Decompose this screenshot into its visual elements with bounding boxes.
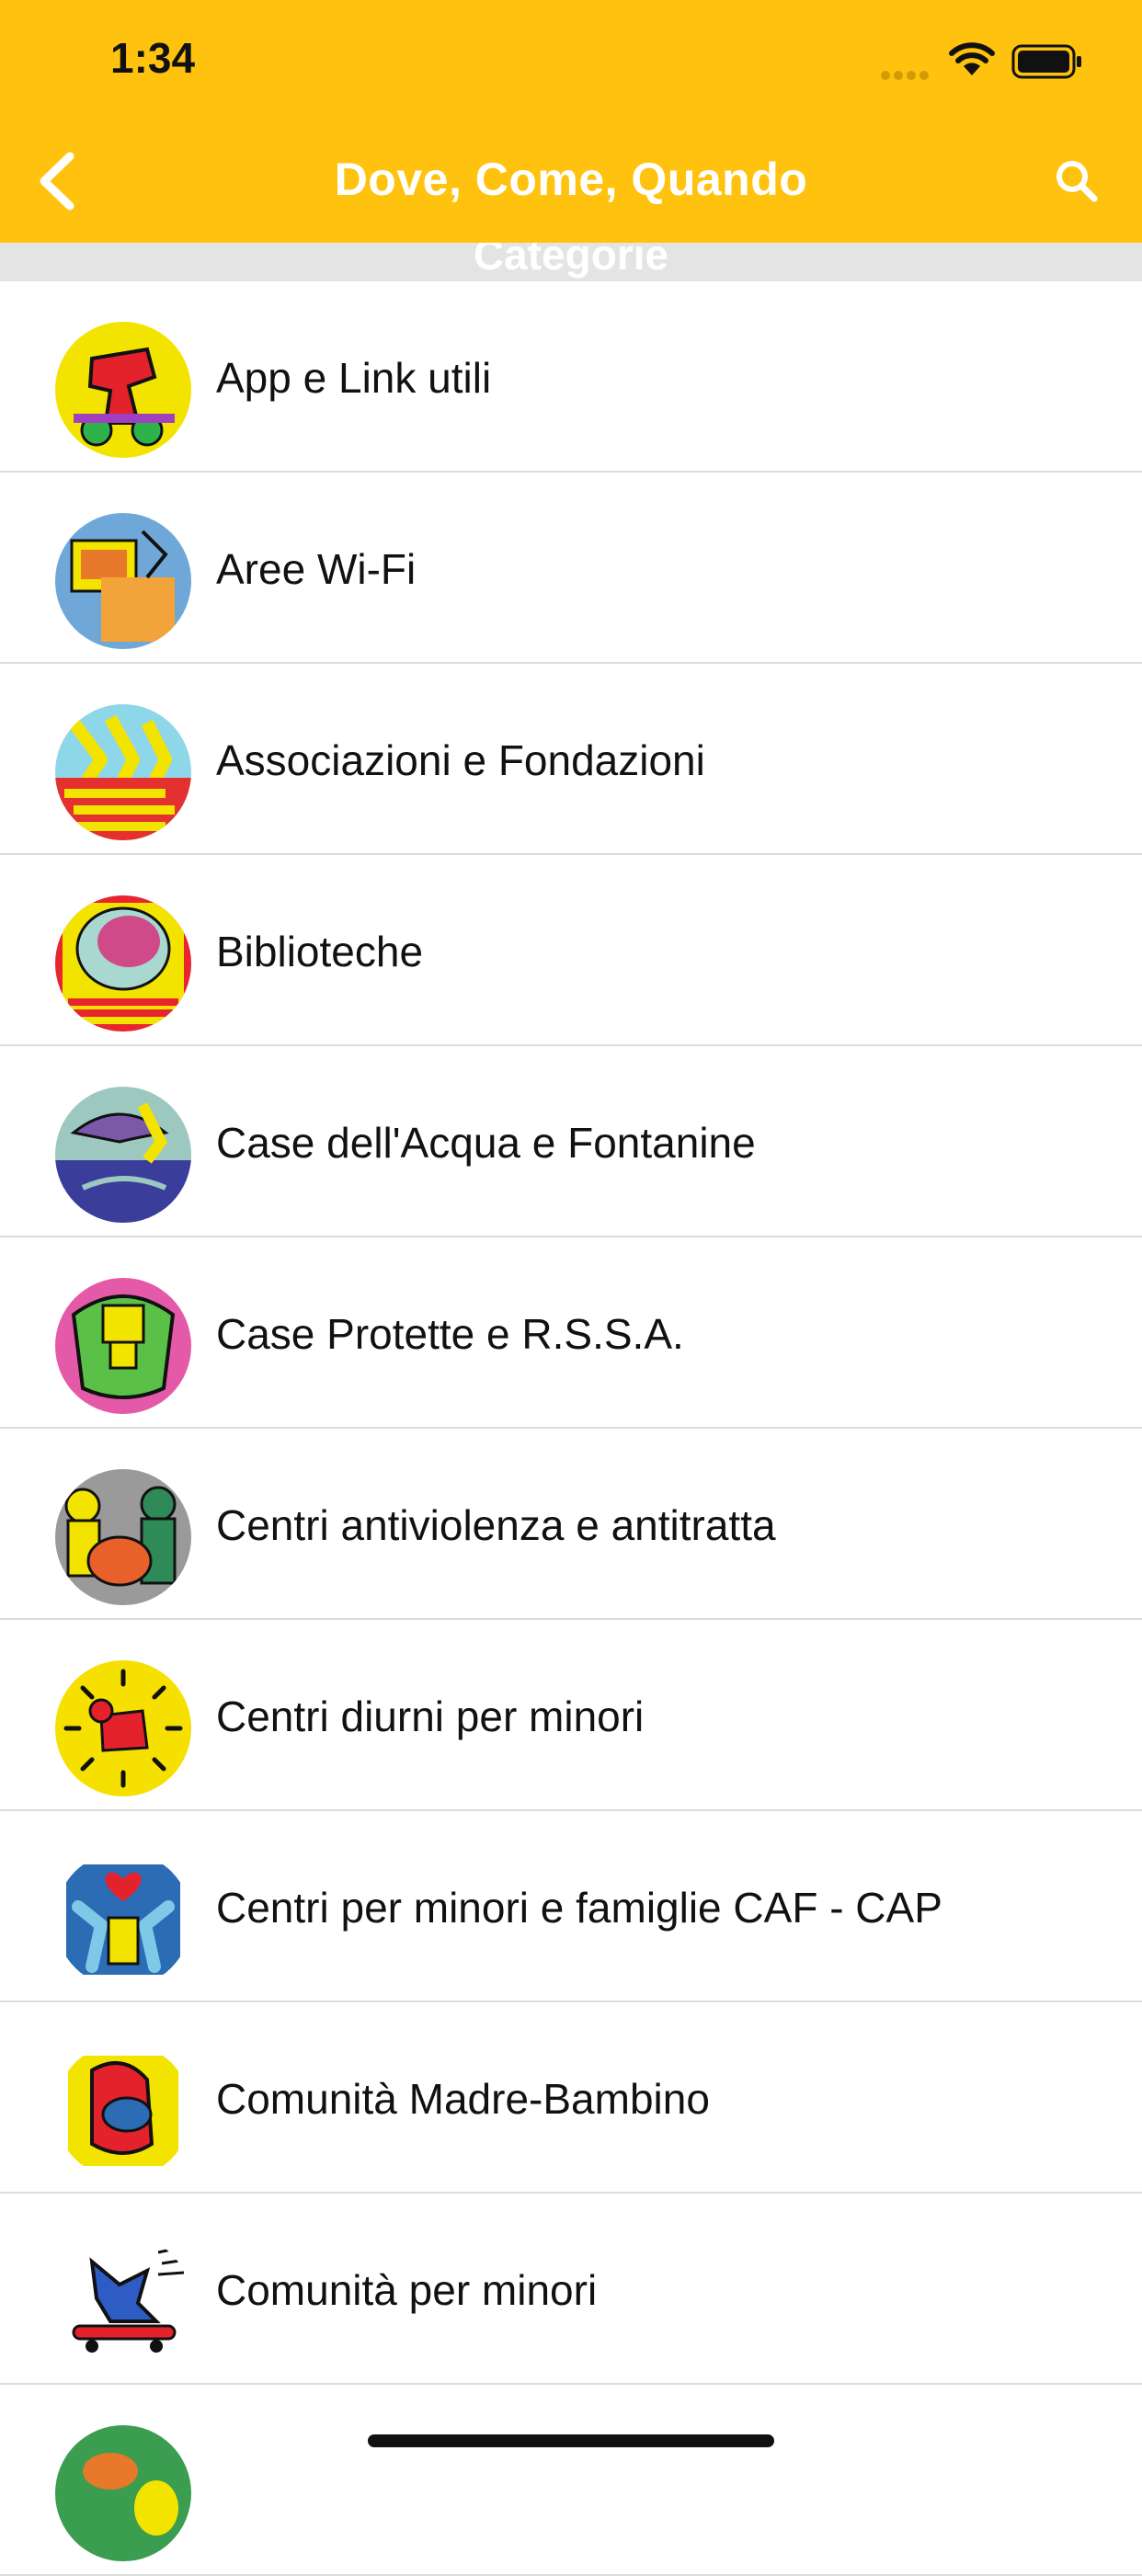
navigation-bar: Dove, Come, Quando: [0, 121, 1142, 243]
list-item-label: Centri antiviolenza e antitratta: [216, 1501, 776, 1549]
cellular-signal-icon: [881, 68, 936, 80]
list-item-label: Comunità Madre-Bambino: [216, 2075, 710, 2123]
list-item[interactable]: Comunità Madre-Bambino: [0, 2002, 1142, 2194]
list-item-label: Associazioni e Fondazioni: [216, 736, 705, 784]
list-item-label: App e Link utili: [216, 354, 492, 402]
brain-head-icon: [55, 895, 191, 1032]
list-item[interactable]: Biblioteche: [0, 855, 1142, 1046]
section-header: Categorie: [0, 243, 1142, 281]
three-figures-icon: [55, 1469, 191, 1605]
section-header-label: Categorie: [473, 243, 669, 279]
list-item-label: Biblioteche: [216, 928, 424, 975]
globe-icon: [55, 2425, 191, 2561]
list-item[interactable]: Comunità per minori: [0, 2194, 1142, 2385]
dog-dj-icon: [55, 322, 191, 458]
battery-icon: [1011, 44, 1081, 79]
home-indicator[interactable]: [368, 2434, 774, 2447]
list-item[interactable]: Aree Wi-Fi: [0, 473, 1142, 664]
list-item-label: Centri diurni per minori: [216, 1693, 645, 1740]
list-item[interactable]: Case Protette e R.S.S.A.: [0, 1237, 1142, 1429]
status-time: 1:34: [110, 34, 196, 82]
list-item[interactable]: Centri per minori e famiglie CAF - CAP: [0, 1811, 1142, 2002]
category-list: App e Link utili Aree Wi-Fi Associazioni…: [0, 281, 1142, 2576]
list-item[interactable]: [0, 2385, 1142, 2576]
page-title: Dove, Come, Quando: [334, 154, 808, 205]
hugging-figures-icon: [55, 1278, 191, 1414]
search-icon[interactable]: [1050, 154, 1105, 210]
list-item-label: Comunità per minori: [216, 2266, 598, 2314]
list-item[interactable]: Case dell'Acqua e Fontanine: [0, 1046, 1142, 1237]
list-item-label: Case Protette e R.S.S.A.: [216, 1310, 684, 1358]
list-item[interactable]: Centri diurni per minori: [0, 1620, 1142, 1811]
computer-icon: [55, 513, 191, 649]
wifi-icon: [949, 42, 995, 75]
list-item-label: Aree Wi-Fi: [216, 545, 417, 593]
peace-march-icon: [55, 704, 191, 840]
mother-child-icon: [55, 2043, 191, 2179]
list-item-label: Case dell'Acqua e Fontanine: [216, 1119, 756, 1167]
list-item[interactable]: Associazioni e Fondazioni: [0, 664, 1142, 855]
status-bar: 1:34: [0, 0, 1142, 121]
skateboarder-icon: [55, 2234, 191, 2370]
radiant-baby-icon: [55, 1660, 191, 1796]
dolphin-icon: [55, 1087, 191, 1223]
list-item[interactable]: App e Link utili: [0, 281, 1142, 473]
heart-figures-icon: [55, 1852, 191, 1988]
list-item[interactable]: Centri antiviolenza e antitratta: [0, 1429, 1142, 1620]
list-item-label: Centri per minori e famiglie CAF - CAP: [216, 1884, 942, 1932]
